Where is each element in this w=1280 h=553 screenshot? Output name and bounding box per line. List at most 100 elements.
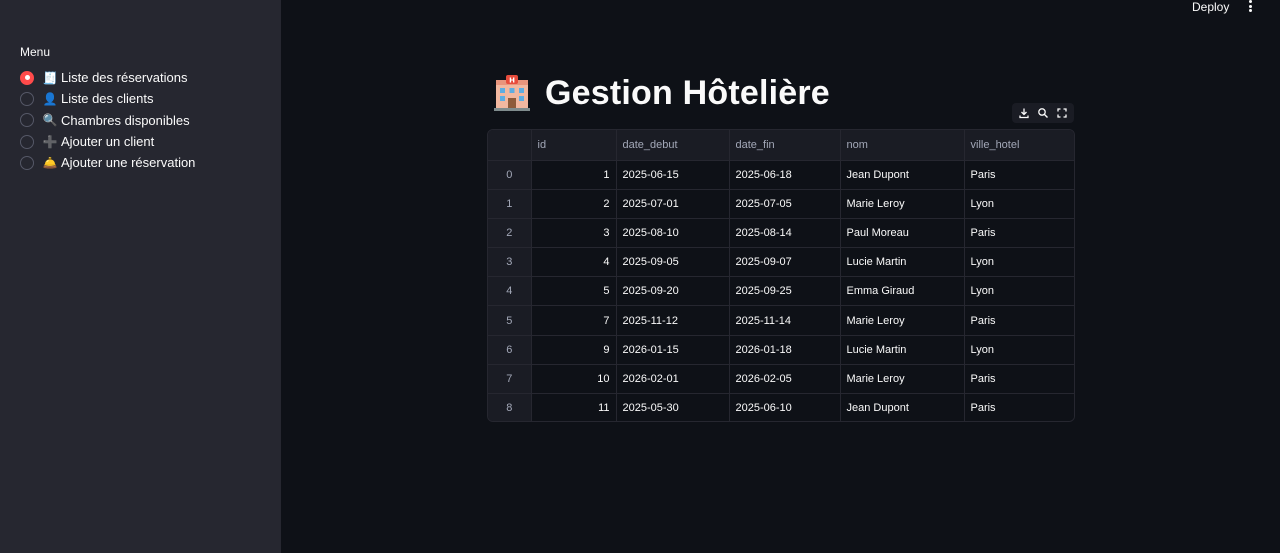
cell-date-debut[interactable]: 2025-09-05 bbox=[616, 247, 730, 278]
row-index[interactable]: 8 bbox=[488, 393, 532, 421]
column-header-date-fin[interactable]: date_fin bbox=[729, 130, 841, 161]
deploy-button[interactable]: Deploy bbox=[1192, 0, 1229, 14]
cell-ville-hotel[interactable]: Lyon bbox=[964, 276, 1074, 307]
menu-item-clients[interactable]: 👤 Liste des clients bbox=[20, 88, 195, 109]
cell-date-debut[interactable]: 2025-11-12 bbox=[616, 305, 730, 336]
cell-id[interactable]: 11 bbox=[531, 393, 617, 421]
cell-ville-hotel[interactable]: Lyon bbox=[964, 189, 1074, 219]
hotel-icon: H bbox=[494, 75, 530, 111]
search-icon[interactable] bbox=[1037, 107, 1049, 119]
table-row: 8 11 2025-05-30 2025-06-10 Jean Dupont P… bbox=[488, 393, 1074, 421]
cell-nom[interactable]: Jean Dupont bbox=[840, 393, 965, 421]
column-header-date-debut[interactable]: date_debut bbox=[616, 130, 730, 161]
cell-id[interactable]: 1 bbox=[531, 160, 617, 190]
cell-id[interactable]: 2 bbox=[531, 189, 617, 219]
cell-nom[interactable]: Paul Moreau bbox=[840, 218, 965, 249]
cell-date-debut[interactable]: 2025-05-30 bbox=[616, 393, 730, 421]
column-header-ville-hotel[interactable]: ville_hotel bbox=[964, 130, 1074, 161]
cell-ville-hotel[interactable]: Lyon bbox=[964, 335, 1074, 365]
cell-date-fin[interactable]: 2025-11-14 bbox=[729, 305, 841, 336]
menu-item-reservations[interactable]: 🧾 Liste des réservations bbox=[20, 67, 195, 88]
cell-ville-hotel[interactable]: Paris bbox=[964, 218, 1074, 249]
row-index[interactable]: 1 bbox=[488, 189, 532, 219]
download-icon[interactable] bbox=[1018, 107, 1030, 119]
row-index[interactable]: 5 bbox=[488, 305, 532, 336]
radio-unselected[interactable] bbox=[20, 91, 34, 106]
table-header-row: id date_debut date_fin nom ville_hotel bbox=[488, 130, 1074, 161]
page-header: H Gestion Hôtelière bbox=[493, 72, 830, 114]
table-row: 4 5 2025-09-20 2025-09-25 Emma Giraud Ly… bbox=[488, 276, 1074, 307]
table-row: 7 10 2026-02-01 2026-02-05 Marie Leroy P… bbox=[488, 364, 1074, 395]
menu-label: Menu bbox=[20, 45, 51, 59]
column-header-nom[interactable]: nom bbox=[840, 130, 965, 161]
receipt-icon: 🧾 bbox=[42, 70, 58, 85]
cell-date-fin[interactable]: 2025-06-18 bbox=[729, 160, 841, 190]
cell-date-fin[interactable]: 2025-09-07 bbox=[729, 247, 841, 278]
row-index[interactable]: 6 bbox=[488, 335, 532, 365]
cell-date-fin[interactable]: 2025-09-25 bbox=[729, 276, 841, 307]
menu-item-label: Liste des réservations bbox=[61, 70, 188, 86]
cell-id[interactable]: 10 bbox=[531, 364, 617, 395]
table-row: 1 2 2025-07-01 2025-07-05 Marie Leroy Ly… bbox=[488, 189, 1074, 219]
page-title: Gestion Hôtelière bbox=[545, 73, 830, 112]
cell-id[interactable]: 3 bbox=[531, 218, 617, 249]
cell-nom[interactable]: Lucie Martin bbox=[840, 247, 965, 278]
cell-date-debut[interactable]: 2025-09-20 bbox=[616, 276, 730, 307]
dataframe-toolbar bbox=[1012, 103, 1074, 123]
main-menu-icon[interactable] bbox=[1246, 0, 1254, 13]
cell-nom[interactable]: Emma Giraud bbox=[840, 276, 965, 307]
column-header-id[interactable]: id bbox=[531, 130, 617, 161]
menu-dot bbox=[1248, 0, 1252, 3]
cell-date-debut[interactable]: 2025-07-01 bbox=[616, 189, 730, 219]
cell-ville-hotel[interactable]: Lyon bbox=[964, 247, 1074, 278]
cell-date-fin[interactable]: 2025-06-10 bbox=[729, 393, 841, 421]
column-header-index[interactable] bbox=[488, 130, 532, 161]
cell-date-debut[interactable]: 2026-02-01 bbox=[616, 364, 730, 395]
cell-nom[interactable]: Marie Leroy bbox=[840, 364, 965, 395]
plus-icon: ➕ bbox=[42, 134, 58, 149]
cell-nom[interactable]: Jean Dupont bbox=[840, 160, 965, 190]
reservations-table[interactable]: id date_debut date_fin nom ville_hotel 0… bbox=[487, 129, 1075, 422]
table-row: 6 9 2026-01-15 2026-01-18 Lucie Martin L… bbox=[488, 335, 1074, 365]
cell-date-debut[interactable]: 2025-08-10 bbox=[616, 218, 730, 249]
menu-radio-group: 🧾 Liste des réservations 👤 Liste des cli… bbox=[20, 67, 195, 173]
radio-unselected[interactable] bbox=[20, 113, 34, 128]
menu-item-rooms[interactable]: 🔍 Chambres disponibles bbox=[20, 110, 195, 131]
cell-date-fin[interactable]: 2026-02-05 bbox=[729, 364, 841, 395]
cell-id[interactable]: 5 bbox=[531, 276, 617, 307]
cell-ville-hotel[interactable]: Paris bbox=[964, 364, 1074, 395]
row-index[interactable]: 2 bbox=[488, 218, 532, 249]
svg-text:H: H bbox=[509, 77, 515, 85]
cell-ville-hotel[interactable]: Paris bbox=[964, 160, 1074, 190]
cell-date-fin[interactable]: 2025-08-14 bbox=[729, 218, 841, 249]
cell-ville-hotel[interactable]: Paris bbox=[964, 393, 1074, 421]
row-index[interactable]: 0 bbox=[488, 160, 532, 190]
magnifier-icon: 🔍 bbox=[42, 113, 58, 128]
radio-selected[interactable] bbox=[20, 70, 34, 85]
cell-nom[interactable]: Marie Leroy bbox=[840, 305, 965, 336]
radio-unselected[interactable] bbox=[20, 134, 34, 149]
table-row: 5 7 2025-11-12 2025-11-14 Marie Leroy Pa… bbox=[488, 305, 1074, 336]
sidebar: Menu 🧾 Liste des réservations 👤 Liste de… bbox=[0, 0, 281, 553]
cell-id[interactable]: 4 bbox=[531, 247, 617, 278]
cell-nom[interactable]: Lucie Martin bbox=[840, 335, 965, 365]
radio-unselected[interactable] bbox=[20, 155, 34, 170]
menu-item-add-reservation[interactable]: 🛎️ Ajouter une réservation bbox=[20, 152, 195, 173]
cell-id[interactable]: 9 bbox=[531, 335, 617, 365]
row-index[interactable]: 3 bbox=[488, 247, 532, 278]
cell-date-fin[interactable]: 2026-01-18 bbox=[729, 335, 841, 365]
row-index[interactable]: 4 bbox=[488, 276, 532, 307]
bell-icon: 🛎️ bbox=[42, 155, 58, 170]
table-row: 3 4 2025-09-05 2025-09-07 Lucie Martin L… bbox=[488, 247, 1074, 278]
cell-date-debut[interactable]: 2026-01-15 bbox=[616, 335, 730, 365]
row-index[interactable]: 7 bbox=[488, 364, 532, 395]
cell-date-fin[interactable]: 2025-07-05 bbox=[729, 189, 841, 219]
cell-id[interactable]: 7 bbox=[531, 305, 617, 336]
fullscreen-icon[interactable] bbox=[1056, 107, 1068, 119]
table-row: 0 1 2025-06-15 2025-06-18 Jean Dupont Pa… bbox=[488, 160, 1074, 190]
cell-nom[interactable]: Marie Leroy bbox=[840, 189, 965, 219]
menu-item-add-client[interactable]: ➕ Ajouter un client bbox=[20, 131, 195, 152]
menu-item-label: Chambres disponibles bbox=[61, 112, 190, 128]
cell-date-debut[interactable]: 2025-06-15 bbox=[616, 160, 730, 190]
cell-ville-hotel[interactable]: Paris bbox=[964, 305, 1074, 336]
